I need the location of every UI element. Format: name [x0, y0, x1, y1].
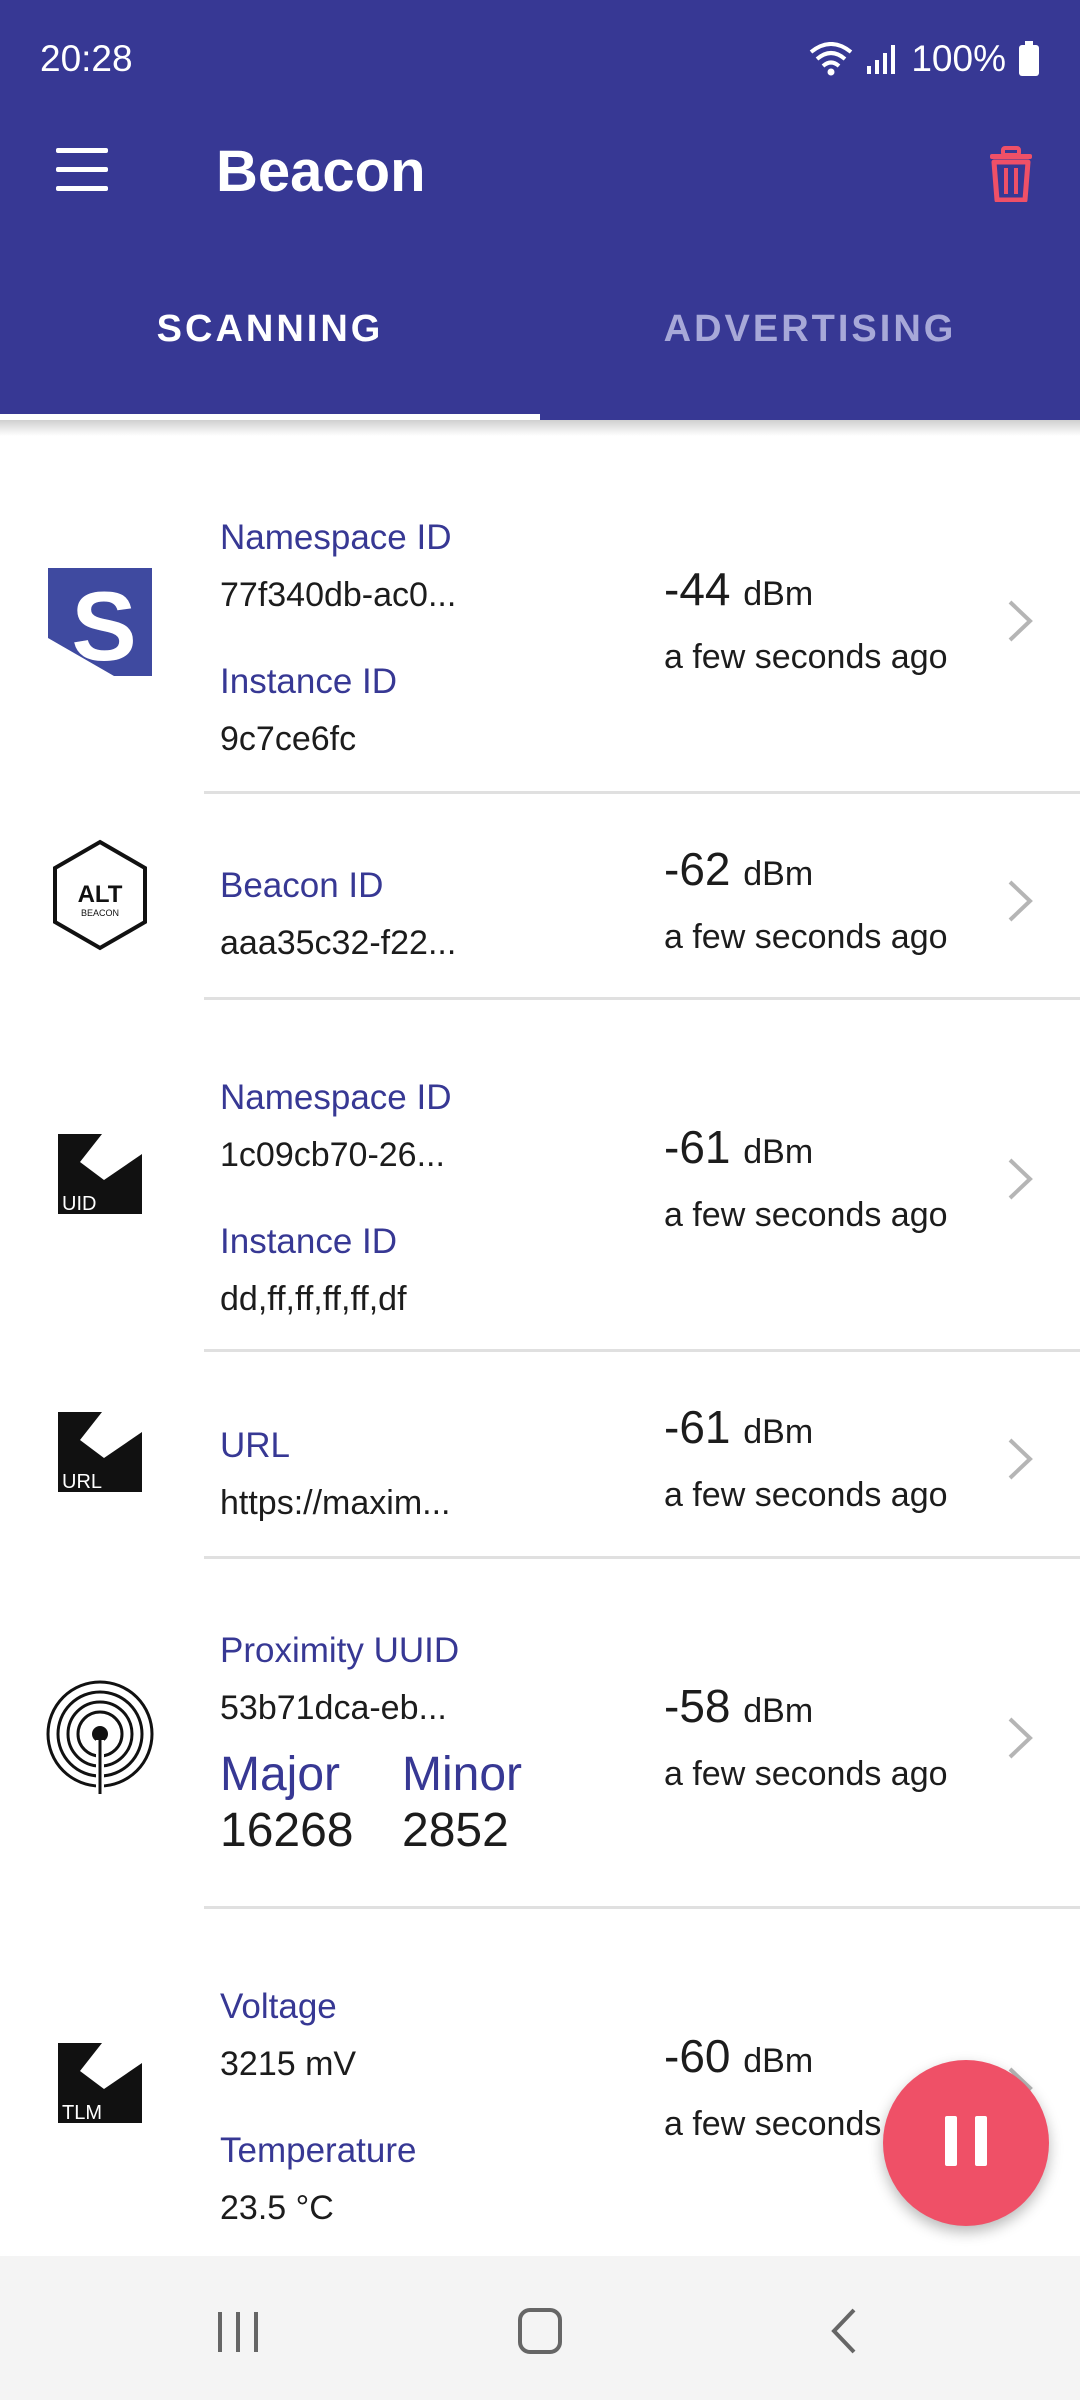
chevron-right-icon[interactable]	[1000, 1436, 1040, 1482]
last-seen: a few seconds ago	[664, 638, 948, 676]
rssi-value: -44 dBm	[664, 563, 814, 615]
proximity-uuid-label: Proximity UUID	[220, 1631, 460, 1670]
svg-text:URL: URL	[62, 1471, 102, 1493]
minor-label: Minor	[402, 1748, 523, 1801]
rssi-value: -60 dBm	[664, 2030, 814, 2082]
beacon-list-item[interactable]: UID Namespace ID 1c09cb70-26... Instance…	[0, 1000, 1080, 1352]
beacon-list-item[interactable]: Proximity UUID 53b71dca-eb... Major 1626…	[0, 1559, 1080, 1909]
last-seen: a few seconds ago	[664, 1476, 948, 1514]
namespace-id-value: 1c09cb70-26...	[220, 1136, 445, 1174]
namespace-id-label: Namespace ID	[220, 518, 452, 557]
ibeacon-icon	[46, 1680, 154, 1794]
system-nav-bar	[0, 2256, 1080, 2400]
beacon-id-value: aaa35c32-f22...	[220, 924, 457, 962]
app-title: Beacon	[216, 139, 426, 204]
instance-id-value: dd,ff,ff,ff,ff,df	[220, 1280, 407, 1318]
url-value: https://maxim...	[220, 1484, 451, 1522]
last-seen: a few seconds ago	[664, 1755, 948, 1793]
voltage-label: Voltage	[220, 1987, 337, 2026]
eddystone-url-icon: URL	[58, 1412, 142, 1493]
battery-icon	[1019, 41, 1039, 76]
svg-text:BEACON: BEACON	[81, 908, 119, 918]
chevron-right-icon[interactable]	[1000, 598, 1040, 644]
back-icon[interactable]	[806, 2296, 886, 2366]
major-value: 16268	[220, 1804, 354, 1857]
tab-scanning[interactable]: SCANNING	[0, 308, 540, 351]
beacon-list[interactable]: S Namespace ID 77f340db-ac0... Instance …	[0, 436, 1080, 2256]
rssi-value: -61 dBm	[664, 1121, 814, 1173]
rssi-value: -62 dBm	[664, 843, 814, 895]
beacon-id-label: Beacon ID	[220, 866, 384, 905]
app-bar: 20:28 100% Beacon SCANNING ADVERTISING	[0, 0, 1080, 420]
home-icon[interactable]	[500, 2296, 580, 2366]
wifi-icon	[810, 42, 853, 76]
svg-text:UID: UID	[62, 1193, 96, 1215]
rssi-value: -61 dBm	[664, 1401, 814, 1453]
namespace-id-value: 77f340db-ac0...	[220, 576, 457, 614]
beacon-list-item[interactable]: URL URL https://maxim... -61 dBm a few s…	[0, 1352, 1080, 1559]
temperature-label: Temperature	[220, 2131, 417, 2170]
beacon-list-item[interactable]: ALT BEACON Beacon ID aaa35c32-f22... -62…	[0, 794, 1080, 1000]
status-icons: 100%	[809, 38, 1040, 80]
svg-text:TLM: TLM	[62, 2102, 102, 2124]
pause-scan-button[interactable]	[883, 2060, 1049, 2226]
namespace-id-label: Namespace ID	[220, 1078, 452, 1117]
beacon-list-item[interactable]: S Namespace ID 77f340db-ac0... Instance …	[0, 436, 1080, 794]
hamburger-menu-icon[interactable]	[52, 148, 112, 194]
pause-icon	[945, 2116, 957, 2166]
chevron-right-icon[interactable]	[1000, 878, 1040, 924]
url-label: URL	[220, 1426, 291, 1465]
eddystone-uid-icon: UID	[58, 1134, 142, 1215]
temperature-value: 23.5 °C	[220, 2189, 334, 2227]
major-label: Major	[220, 1748, 341, 1801]
last-seen: a few seconds ago	[664, 1196, 948, 1234]
instance-id-value: 9c7ce6fc	[220, 720, 357, 758]
recent-apps-icon[interactable]	[198, 2296, 278, 2366]
svg-text:S: S	[71, 571, 136, 678]
eddystone-logo-icon: S	[48, 568, 152, 678]
rssi-value: -58 dBm	[664, 1680, 814, 1732]
app-bar-shadow	[0, 420, 1080, 436]
altbeacon-logo-icon: ALT BEACON	[53, 839, 147, 951]
status-time: 20:28	[40, 38, 133, 79]
trash-icon[interactable]	[986, 146, 1036, 202]
instance-id-label: Instance ID	[220, 1222, 398, 1261]
tab-advertising[interactable]: ADVERTISING	[540, 308, 1080, 351]
battery-percent: 100%	[911, 38, 1006, 79]
voltage-value: 3215 mV	[220, 2045, 357, 2083]
instance-id-label: Instance ID	[220, 662, 398, 701]
minor-value: 2852	[402, 1804, 509, 1857]
proximity-uuid-value: 53b71dca-eb...	[220, 1689, 447, 1727]
svg-text:ALT: ALT	[78, 881, 123, 908]
chevron-right-icon[interactable]	[1000, 1156, 1040, 1202]
signal-icon	[867, 45, 896, 74]
eddystone-tlm-icon: TLM	[58, 2043, 142, 2124]
last-seen: a few seconds ago	[664, 918, 948, 956]
chevron-right-icon[interactable]	[1000, 1715, 1040, 1761]
